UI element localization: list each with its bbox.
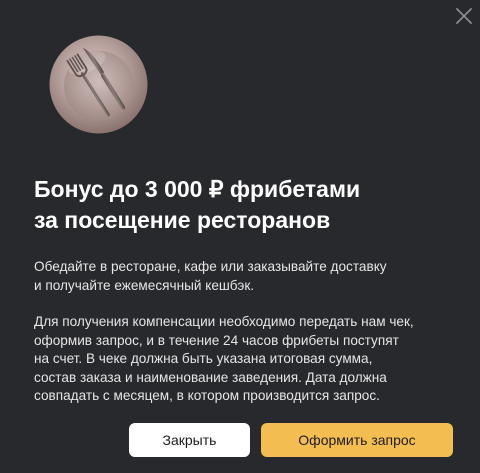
intro-line-1: Обедайте в ресторане, кафе или заказывай… — [34, 259, 387, 274]
terms-paragraph: Для получения компенсации необходимо пер… — [34, 313, 459, 406]
dialog-title: Бонус до 3 000 ₽ фрибетами за посещение … — [34, 174, 454, 236]
close-icon[interactable] — [454, 6, 474, 26]
intro-line-2: и получайте ежемесячный кешбэк. — [34, 277, 255, 293]
terms-line-3: на счет. В чеке должна быть указана итог… — [34, 351, 373, 366]
title-line-1: Бонус до 3 000 ₽ фрибетами — [34, 176, 361, 202]
terms-line-5: совпадать с месяцем, в котором производи… — [34, 388, 380, 403]
submit-request-button-label: Оформить запрос — [298, 432, 416, 448]
bonus-dialog: Бонус до 3 000 ₽ фрибетами за посещение … — [0, 0, 480, 473]
terms-line-1: Для получения компенсации необходимо пер… — [34, 314, 414, 329]
terms-line-4: состав заказа и наименование заведения. … — [34, 369, 387, 385]
title-line-2: за посещение ресторанов — [34, 207, 331, 233]
intro-paragraph: Обедайте в ресторане, кафе или заказывай… — [34, 258, 459, 295]
submit-request-button[interactable]: Оформить запрос — [261, 423, 453, 457]
terms-line-2: оформив запрос, и в течение 24 часов фри… — [34, 332, 399, 348]
plate-fork-knife-icon — [49, 35, 148, 134]
close-button-label: Закрыть — [162, 432, 217, 448]
close-button[interactable]: Закрыть — [129, 423, 250, 457]
